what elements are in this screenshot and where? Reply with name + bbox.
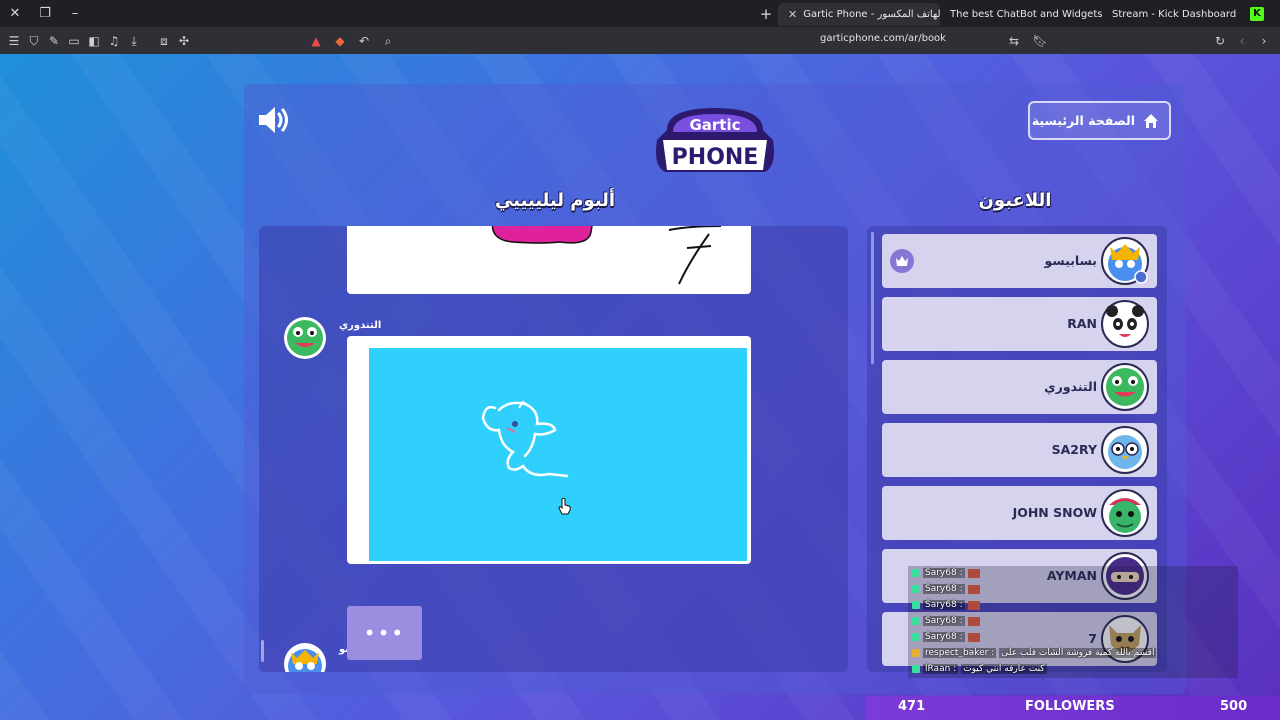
typing-indicator: ••• xyxy=(347,606,422,660)
avatar-tandoori xyxy=(284,317,326,359)
drawing-card xyxy=(347,336,751,564)
zoom-icon[interactable]: ⌕ xyxy=(378,31,398,51)
previous-drawing xyxy=(491,226,722,285)
bookmark-icon[interactable]: 🔖︎ xyxy=(1030,31,1050,51)
players-title: اللاعبون xyxy=(978,190,1052,211)
close-tab-icon[interactable]: ✕ xyxy=(788,8,797,21)
home-button[interactable]: الصفحة الرئيسية xyxy=(1028,101,1171,140)
menu-icon[interactable]: ☰ xyxy=(4,31,24,51)
chat-badge-icon xyxy=(912,585,920,593)
gartic-page: Gartic PHONE الصفحة الرئيسية ألبوم ليليي… xyxy=(0,54,1280,720)
home-icon xyxy=(1144,113,1158,128)
player-name: RAN xyxy=(1067,316,1097,331)
chat-message: Sary68 : xyxy=(912,616,980,626)
chat-message: Sary68 : xyxy=(912,584,980,594)
chat-badge-icon xyxy=(912,665,920,673)
extensions-icon[interactable]: ✎ xyxy=(44,31,64,51)
emote-icon xyxy=(967,632,980,642)
player-card: التندوري xyxy=(882,360,1157,414)
tab-strip: + ✕ Gartic Phone - لعبة الهاتف المكسور T… xyxy=(754,0,1264,27)
player-card: بسابيسو xyxy=(882,234,1157,288)
chat-badge-icon xyxy=(912,601,920,609)
new-tab-button[interactable]: + xyxy=(754,5,778,23)
stream-chat-overlay: Sary68 : Sary68 : Sary68 : Sary68 : Sary… xyxy=(908,566,1238,678)
emote-icon xyxy=(967,600,980,610)
tabs-icon[interactable]: ▭ xyxy=(64,31,84,51)
forward-icon[interactable]: › xyxy=(1254,31,1274,51)
music-icon[interactable]: ♫ xyxy=(104,31,124,51)
author-name: التندوري xyxy=(339,320,382,331)
tab-title: Stream - Kick Dashboard xyxy=(1112,9,1237,20)
crown-icon[interactable] xyxy=(890,249,914,273)
home-button-label: الصفحة الرئيسية xyxy=(1031,113,1135,128)
avatar-owl xyxy=(1101,426,1149,474)
chat-message: Sary68 : xyxy=(912,600,980,610)
brave-shield-icon[interactable]: ◆ xyxy=(330,31,350,51)
gartic-phone-logo: Gartic PHONE xyxy=(656,108,774,172)
site-settings-icon[interactable]: ⇆ xyxy=(1004,31,1024,51)
player-card: JOHN SNOW xyxy=(882,486,1157,540)
followers-label: FOLLOWERS xyxy=(1025,699,1115,714)
chat-message: respect_baker : اقسم بالله كمية فروشة الش… xyxy=(912,648,1157,658)
drawing-rabbit xyxy=(481,400,569,478)
restore-window-icon[interactable]: ❐ xyxy=(30,0,60,27)
avatar-panda xyxy=(1101,300,1149,348)
chat-badge-icon xyxy=(912,633,920,641)
emote-icon xyxy=(967,568,980,578)
address-bar[interactable]: garticphone.com/ar/book xyxy=(820,33,946,44)
chat-badge-icon xyxy=(912,649,920,657)
sidebar-icon[interactable]: ◧ xyxy=(84,31,104,51)
puzzle-icon[interactable]: ✣ xyxy=(174,31,194,51)
minimize-window-icon[interactable]: – xyxy=(60,0,90,27)
emote-icon xyxy=(967,584,980,594)
player-card: RAN xyxy=(882,297,1157,351)
chat-message: Sary68 : xyxy=(912,568,980,578)
player-card: SA2RY xyxy=(882,423,1157,477)
avatar-goblin xyxy=(1101,489,1149,537)
browser-tab-bar: ✕ ❐ – + ✕ Gartic Phone - لعبة الهاتف الم… xyxy=(0,0,1280,27)
back-icon[interactable]: ‹ xyxy=(1232,31,1252,51)
tab-chatbot[interactable]: The best ChatBot and Widgets for Kick xyxy=(940,3,1102,26)
followers-current: 471 xyxy=(898,699,926,714)
players-scrollbar[interactable] xyxy=(871,232,874,364)
warning-icon[interactable]: ▲ xyxy=(306,31,326,51)
album-title: ألبوم ليلييييي xyxy=(494,190,616,211)
followers-goal-bar: 471 FOLLOWERS 500 xyxy=(866,696,1280,720)
followers-goal: 500 xyxy=(1220,699,1248,714)
tab-title: The best ChatBot and Widgets for Kick xyxy=(950,9,1102,20)
logo-top-text: Gartic xyxy=(689,116,740,134)
chat-badge-icon xyxy=(912,569,920,577)
chat-badge-icon xyxy=(912,617,920,625)
player-name: SA2RY xyxy=(1051,442,1097,457)
player-name: بسابيسو xyxy=(1044,253,1097,268)
avatar-tandoori xyxy=(1101,363,1149,411)
album-scrollbar[interactable] xyxy=(261,640,264,662)
avatar-basabeso xyxy=(1101,237,1149,285)
tab-kick-dashboard[interactable]: Stream - Kick Dashboard xyxy=(1102,3,1242,26)
drawing-canvas xyxy=(369,348,747,561)
avatar-basabeso xyxy=(284,643,326,672)
hand-cursor-icon xyxy=(558,497,571,515)
player-name: التندوري xyxy=(1044,379,1097,394)
album-area[interactable]: التندوري بسابيسو ••• xyxy=(259,226,848,672)
chat-message: lRaan : كنت عارفه انتي كيوت xyxy=(912,664,1047,674)
player-name: JOHN SNOW xyxy=(1012,505,1097,520)
kick-icon[interactable]: K xyxy=(1250,6,1264,21)
sound-icon[interactable] xyxy=(256,102,292,138)
browser-toolbar: ☰ ⛉ ✎ ▭ ◧ ♫ ⤓ ⧈ ✣ ▲ ◆ ↶ ⌕ garticphone.co… xyxy=(0,27,1280,54)
tab-gartic-phone[interactable]: ✕ Gartic Phone - لعبة الهاتف المكسور xyxy=(778,3,940,26)
emote-icon xyxy=(967,616,980,626)
tab-title: Gartic Phone - لعبة الهاتف المكسور xyxy=(803,9,940,20)
shield-icon[interactable]: ⛉ xyxy=(24,31,44,51)
chat-message: Sary68 : xyxy=(912,632,980,642)
close-window-icon[interactable]: ✕ xyxy=(0,0,30,27)
reload-icon[interactable]: ↻ xyxy=(1210,31,1230,51)
previous-drawing-card xyxy=(347,226,751,294)
logo-bottom-text: PHONE xyxy=(672,145,759,170)
screenshot-icon[interactable]: ⧈ xyxy=(154,31,174,51)
undo-icon[interactable]: ↶ xyxy=(354,31,374,51)
download-icon[interactable]: ⤓ xyxy=(124,31,144,51)
